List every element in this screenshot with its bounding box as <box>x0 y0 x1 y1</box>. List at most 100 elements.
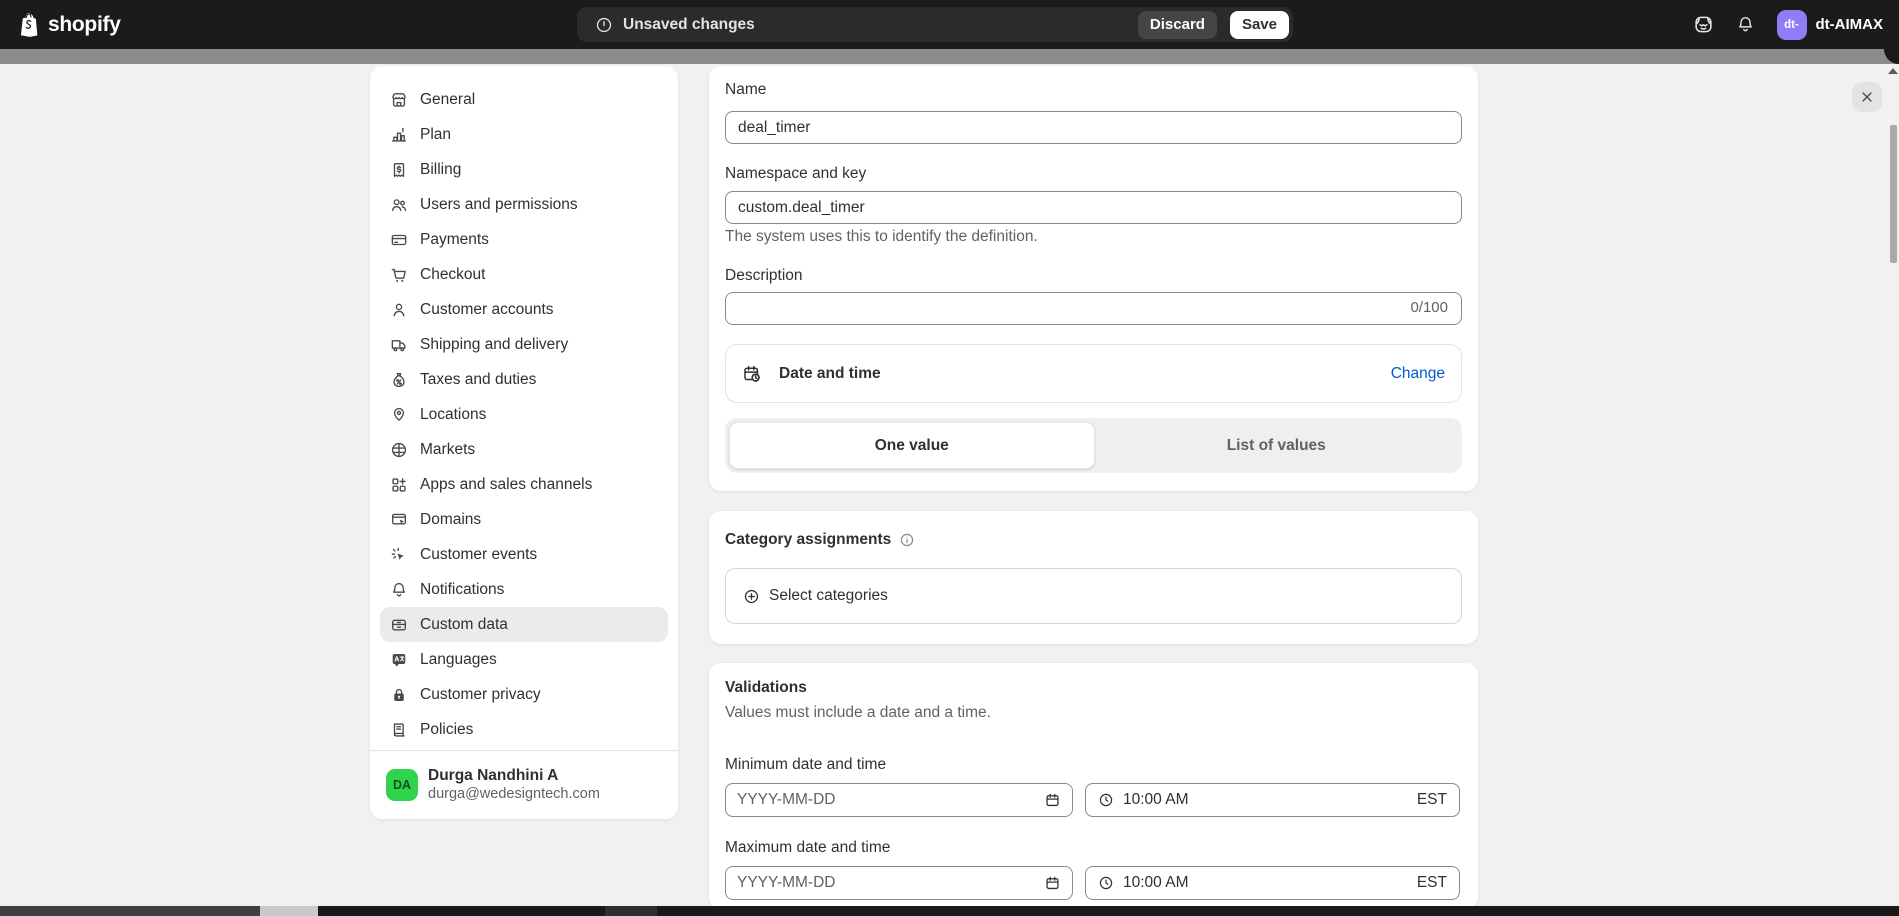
name-label: Name <box>725 80 1462 100</box>
account-avatar: dt- <box>1777 10 1807 40</box>
sidebar-item-label: Taxes and duties <box>420 371 536 389</box>
sidebar-item-customer-accounts[interactable]: Customer accounts <box>380 292 668 327</box>
maximum-timezone: EST <box>1417 874 1447 892</box>
sidebar-item-label: Customer privacy <box>420 686 541 704</box>
sidebar-item-checkout[interactable]: Checkout <box>380 257 668 292</box>
store-icon <box>390 91 408 109</box>
validations-card: Validations Values must include a date a… <box>709 663 1478 909</box>
clock-icon <box>1098 792 1114 808</box>
sidebar-item-users-and-permissions[interactable]: Users and permissions <box>380 187 668 222</box>
sidebar-item-domains[interactable]: Domains <box>380 502 668 537</box>
info-circle-icon[interactable] <box>899 532 915 548</box>
sidebar-item-label: Markets <box>420 441 475 459</box>
definition-editor: Name Namespace and key The system uses t… <box>709 66 1478 909</box>
maximum-time-value: 10:00 AM <box>1123 874 1408 892</box>
name-input[interactable] <box>725 111 1462 144</box>
sidebar-item-label: General <box>420 91 475 109</box>
sidebar-item-general[interactable]: General <box>380 82 668 117</box>
calendar-icon[interactable] <box>1044 875 1061 892</box>
namespace-input[interactable] <box>725 191 1462 224</box>
unsaved-changes-bar: Unsaved changes Discard Save <box>577 7 1293 42</box>
scrollbar-up-arrow[interactable] <box>1888 68 1898 74</box>
sidebar-item-billing[interactable]: Billing <box>380 152 668 187</box>
sidebar-item-apps-and-sales-channels[interactable]: Apps and sales channels <box>380 467 668 502</box>
maximum-time-input[interactable]: 10:00 AM EST <box>1085 866 1460 900</box>
sidebar-item-markets[interactable]: Markets <box>380 432 668 467</box>
bottom-edge-strip <box>605 906 657 916</box>
sidebar-item-label: Custom data <box>420 616 508 634</box>
shopify-bag-icon <box>16 11 41 39</box>
sidebar-item-label: Policies <box>420 721 473 739</box>
sidebar-item-customer-events[interactable]: Customer events <box>380 537 668 572</box>
markets-icon <box>390 441 408 459</box>
sidebar-item-label: Plan <box>420 126 451 144</box>
sidebar-item-languages[interactable]: Languages <box>380 642 668 677</box>
calendar-clock-icon <box>742 364 762 384</box>
category-assignments-card: Category assignments Select categories <box>709 511 1478 644</box>
clock-icon <box>1098 875 1114 891</box>
sidebar-item-taxes-and-duties[interactable]: Taxes and duties <box>380 362 668 397</box>
sidekick-icon[interactable] <box>1693 14 1714 35</box>
settings-nav: General Plan Billing Users and permissions P… <box>370 66 678 750</box>
change-type-link[interactable]: Change <box>1391 365 1445 383</box>
sidebar-item-payments[interactable]: Payments <box>380 222 668 257</box>
sidebar-item-label: Locations <box>420 406 486 424</box>
checkout-icon <box>390 266 408 284</box>
definition-form-card: Name Namespace and key The system uses t… <box>709 66 1478 491</box>
close-button[interactable] <box>1852 82 1882 112</box>
sidebar-item-locations[interactable]: Locations <box>380 397 668 432</box>
scrollbar-thumb[interactable] <box>1890 125 1897 263</box>
save-button[interactable]: Save <box>1230 11 1289 39</box>
sidebar-item-label: Checkout <box>420 266 485 284</box>
shipping-icon <box>390 336 408 354</box>
sidebar-item-shipping-and-delivery[interactable]: Shipping and delivery <box>380 327 668 362</box>
account-menu[interactable]: dt- dt-AIMAX <box>1777 10 1884 40</box>
cardinality-segmented-control: One value List of values <box>725 418 1462 473</box>
account-name: dt-AIMAX <box>1816 16 1884 33</box>
minimum-date-field[interactable] <box>737 791 1044 809</box>
maximum-date-input[interactable] <box>725 866 1073 900</box>
domains-icon <box>390 511 408 529</box>
shopify-wordmark: shopify <box>48 13 121 37</box>
sidebar-item-label: Shipping and delivery <box>420 336 568 354</box>
list-of-values-tab[interactable]: List of values <box>1095 422 1459 469</box>
description-input[interactable] <box>725 292 1462 325</box>
select-categories-box[interactable]: Select categories <box>725 568 1462 624</box>
users-icon <box>390 196 408 214</box>
languages-icon <box>390 651 408 669</box>
sidebar-item-label: Payments <box>420 231 489 249</box>
user-name: Durga Nandhini A <box>428 767 600 785</box>
notifications-bell-icon[interactable] <box>1736 15 1755 34</box>
validations-subtitle: Values must include a date and a time. <box>725 703 1462 723</box>
minimum-time-input[interactable]: 10:00 AM EST <box>1085 783 1460 817</box>
description-label: Description <box>725 266 1462 286</box>
sidebar-item-label: Domains <box>420 511 481 529</box>
shopify-logo[interactable]: shopify <box>16 0 121 49</box>
bottom-edge-strip <box>318 906 605 916</box>
category-assignments-title: Category assignments <box>725 531 891 549</box>
sidebar-item-label: Users and permissions <box>420 196 578 214</box>
plus-circle-icon <box>743 588 760 605</box>
payments-icon <box>390 231 408 249</box>
minimum-date-input[interactable] <box>725 783 1073 817</box>
discard-button[interactable]: Discard <box>1138 11 1217 39</box>
taxes-icon <box>390 371 408 389</box>
apps-icon <box>390 476 408 494</box>
user-email: durga@wedesigntech.com <box>428 785 600 803</box>
calendar-icon[interactable] <box>1044 792 1061 809</box>
maximum-date-field[interactable] <box>737 874 1044 892</box>
bottom-edge-strip <box>0 906 260 916</box>
sidebar-item-customer-privacy[interactable]: Customer privacy <box>380 677 668 712</box>
unsaved-changes-label: Unsaved changes <box>623 16 1138 34</box>
sidebar-item-label: Apps and sales channels <box>420 476 592 494</box>
one-value-tab[interactable]: One value <box>729 422 1095 469</box>
sidebar-user-card[interactable]: DA Durga Nandhini A durga@wedesigntech.c… <box>370 751 678 819</box>
customer-accounts-icon <box>390 301 408 319</box>
sidebar-item-policies[interactable]: Policies <box>380 712 668 747</box>
sidebar-item-notifications[interactable]: Notifications <box>380 572 668 607</box>
bottom-edge-strip <box>657 906 1899 916</box>
description-char-counter: 0/100 <box>1410 299 1448 316</box>
sidebar-item-plan[interactable]: Plan <box>380 117 668 152</box>
sidebar-item-label: Customer accounts <box>420 301 554 319</box>
sidebar-item-custom-data[interactable]: Custom data <box>380 607 668 642</box>
